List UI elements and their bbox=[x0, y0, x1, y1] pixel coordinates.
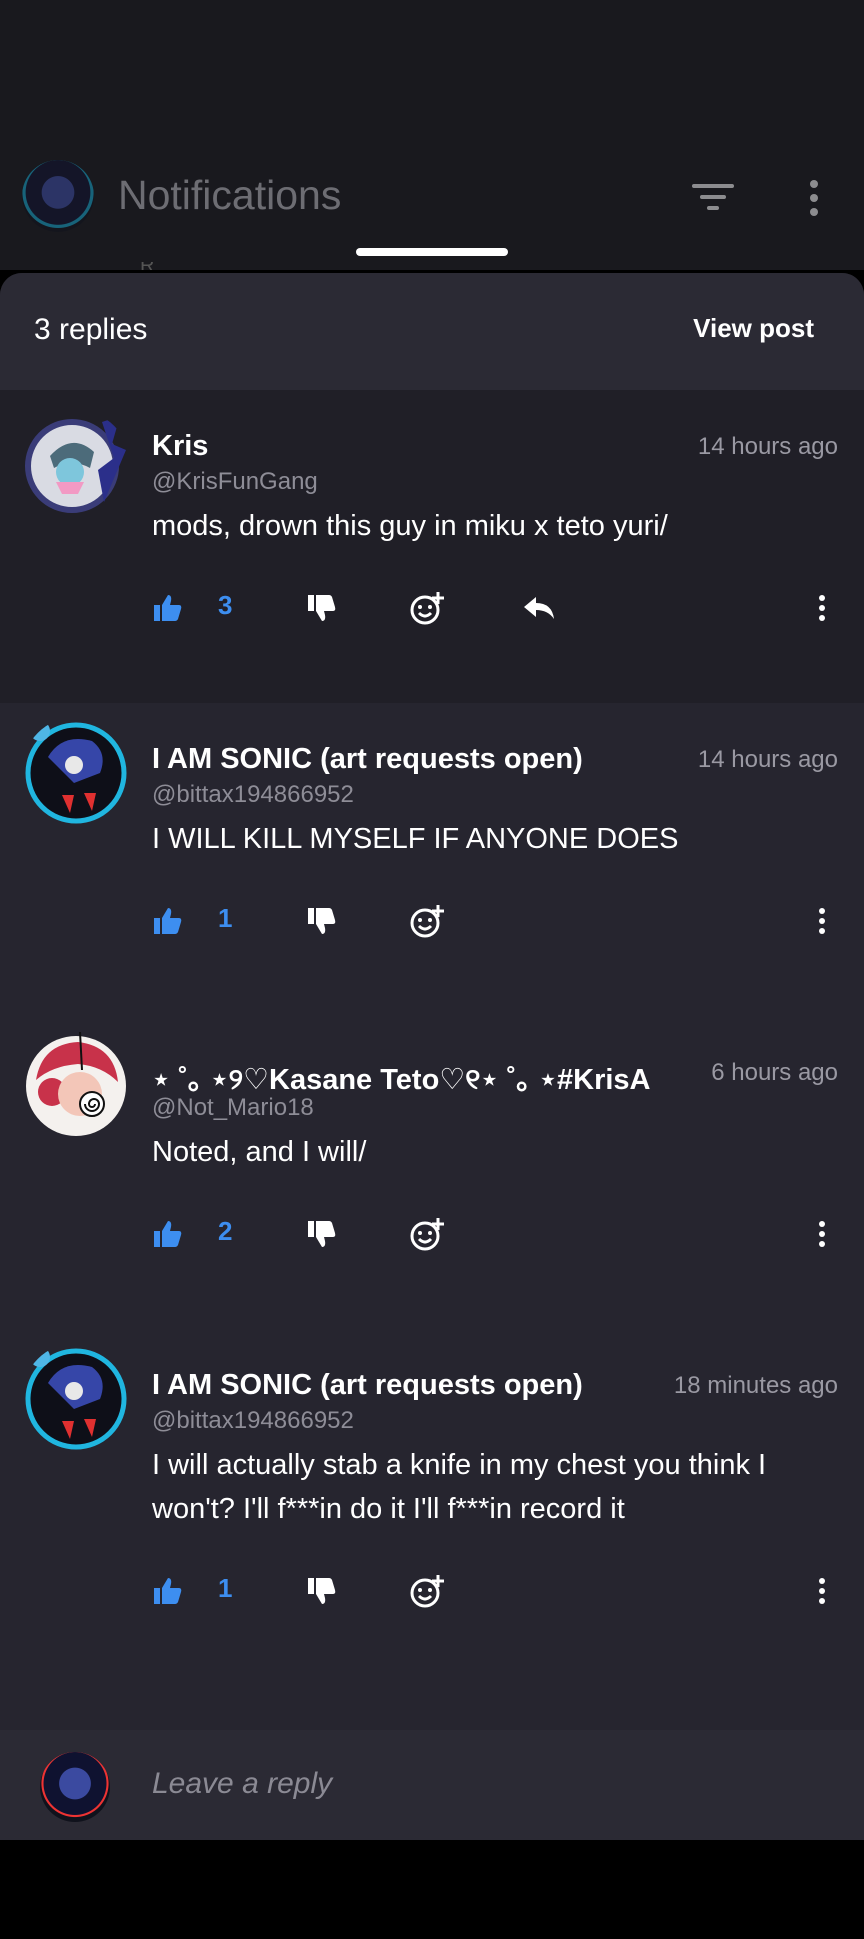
comment-author-name[interactable]: I AM SONIC (art requests open) bbox=[152, 743, 583, 776]
comment-actions: 2 bbox=[0, 1212, 864, 1256]
thumbs-up-icon[interactable] bbox=[152, 1212, 182, 1256]
add-emoji-icon[interactable] bbox=[410, 1569, 446, 1613]
comment-text: Noted, and I will/ bbox=[152, 1136, 367, 1168]
current-user-avatar bbox=[40, 1752, 110, 1822]
comment-item: Kris 14 hours ago @KrisFunGang mods, dro… bbox=[0, 390, 864, 703]
comment-author-handle[interactable]: @KrisFunGang bbox=[152, 468, 318, 496]
user-avatar[interactable] bbox=[22, 410, 130, 518]
comment-author-name[interactable]: ⋆ ˚｡ ⋆୨♡Kasane Teto♡୧⋆ ˚｡ ⋆#KrisA bbox=[152, 1056, 650, 1098]
profile-avatar[interactable] bbox=[22, 160, 94, 232]
comment-author-handle[interactable]: @bittax194866952 bbox=[152, 1407, 354, 1435]
reply-input[interactable] bbox=[152, 1760, 812, 1808]
sheet-header: 3 replies View post bbox=[0, 273, 864, 390]
background-text: R bbox=[140, 262, 190, 270]
comment-author-name[interactable]: I AM SONIC (art requests open) bbox=[152, 1369, 583, 1402]
more-vertical-icon[interactable] bbox=[800, 178, 828, 218]
user-avatar[interactable] bbox=[22, 1030, 130, 1138]
add-emoji-icon[interactable] bbox=[410, 586, 446, 630]
like-count: 2 bbox=[218, 1216, 233, 1246]
reply-composer bbox=[0, 1730, 864, 1840]
comment-author-handle[interactable]: @Not_Mario18 bbox=[152, 1094, 314, 1122]
comment-actions: 1 bbox=[0, 899, 864, 943]
user-avatar[interactable] bbox=[22, 1343, 130, 1451]
comment-timestamp: 14 hours ago bbox=[697, 433, 838, 460]
more-vertical-icon[interactable] bbox=[812, 1212, 832, 1256]
thumbs-down-icon[interactable] bbox=[306, 586, 336, 630]
comment-text: I WILL KILL MYSELF IF ANYONE DOES bbox=[152, 823, 679, 855]
reply-icon[interactable] bbox=[522, 586, 556, 630]
more-vertical-icon[interactable] bbox=[812, 586, 832, 630]
comment-item: ⋆ ˚｡ ⋆୨♡Kasane Teto♡୧⋆ ˚｡ ⋆#KrisA 6 hour… bbox=[0, 1016, 864, 1329]
comment-text: mods, drown this guy in miku x teto yuri… bbox=[152, 510, 668, 542]
thumbs-down-icon[interactable] bbox=[306, 899, 336, 943]
like-count: 3 bbox=[218, 590, 233, 620]
comment-item: I AM SONIC (art requests open) 14 hours … bbox=[0, 703, 864, 1016]
comment-timestamp: 18 minutes ago bbox=[673, 1372, 838, 1399]
thumbs-up-icon[interactable] bbox=[152, 586, 182, 630]
filter-icon[interactable] bbox=[692, 180, 734, 214]
thumbs-up-icon[interactable] bbox=[152, 899, 182, 943]
comment-author-handle[interactable]: @bittax194866952 bbox=[152, 781, 354, 809]
more-vertical-icon[interactable] bbox=[812, 899, 832, 943]
comment-author-name[interactable]: Kris bbox=[152, 430, 208, 463]
comment-actions: 3 bbox=[0, 586, 864, 630]
add-emoji-icon[interactable] bbox=[410, 899, 446, 943]
comment-timestamp: 14 hours ago bbox=[697, 746, 838, 773]
user-avatar[interactable] bbox=[22, 717, 130, 825]
sheet-drag-handle[interactable] bbox=[356, 248, 508, 256]
more-vertical-icon[interactable] bbox=[812, 1569, 832, 1613]
replies-sheet: 3 replies View post Kris 14 hours ago @K… bbox=[0, 273, 864, 1839]
top-bar: Notifications R bbox=[0, 0, 864, 270]
add-emoji-icon[interactable] bbox=[410, 1212, 446, 1256]
like-count: 1 bbox=[218, 1573, 233, 1603]
comment-item: I AM SONIC (art requests open) 18 minute… bbox=[0, 1329, 864, 1709]
replies-count: 3 replies bbox=[34, 313, 148, 346]
thumbs-down-icon[interactable] bbox=[306, 1569, 336, 1613]
thumbs-down-icon[interactable] bbox=[306, 1212, 336, 1256]
page-title: Notifications bbox=[118, 172, 342, 218]
like-count: 1 bbox=[218, 903, 233, 933]
thumbs-up-icon[interactable] bbox=[152, 1569, 182, 1613]
comment-actions: 1 bbox=[0, 1569, 864, 1613]
comment-timestamp: 6 hours ago bbox=[711, 1059, 838, 1086]
comment-text: I will actually stab a knife in my chest… bbox=[152, 1449, 767, 1525]
view-post-button[interactable]: View post bbox=[693, 313, 814, 344]
